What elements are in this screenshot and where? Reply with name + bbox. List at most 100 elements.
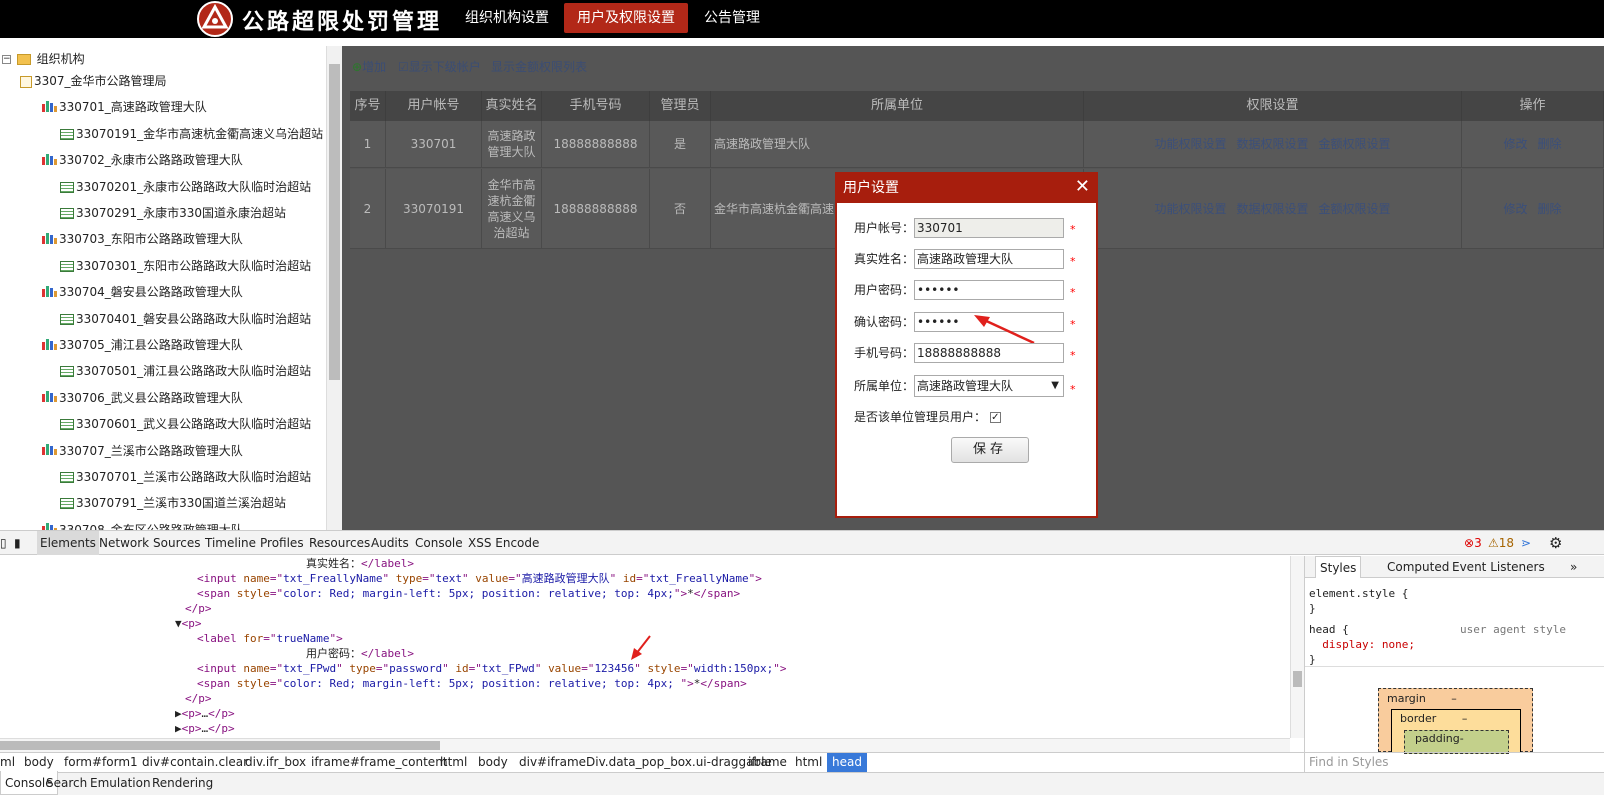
tree-item[interactable]: 330703_东阳市公路路政管理大队 — [42, 227, 243, 251]
save-button[interactable]: 保存 — [951, 437, 1029, 463]
data-perm-link[interactable]: 数据权限设置 — [1236, 136, 1308, 152]
style-rule[interactable]: element.style { — [1309, 586, 1408, 601]
add-button[interactable]: ⊕增加 — [352, 58, 386, 75]
error-count[interactable]: ⊗3 — [1464, 531, 1482, 555]
code-vertical-scrollbar[interactable] — [1290, 556, 1304, 738]
crumb[interactable]: body — [24, 753, 54, 772]
password-input[interactable]: •••••• — [914, 280, 1064, 300]
data-perm-link[interactable]: 数据权限设置 — [1236, 201, 1308, 217]
tab-elements[interactable]: Elements — [37, 531, 99, 555]
tab-network[interactable]: Network — [99, 531, 149, 555]
box-model-padding[interactable]: padding- — [1404, 730, 1509, 754]
crumb[interactable]: body — [478, 753, 508, 772]
style-declaration[interactable]: display: none; — [1309, 637, 1415, 652]
tree-scrollbar[interactable] — [326, 46, 342, 530]
tree-item[interactable]: 33070201_永康市公路路政大队临时治超站 — [60, 175, 311, 199]
crumb[interactable]: div.ifr_box — [245, 753, 306, 772]
dialog-title[interactable]: 用户设置 — [837, 174, 1096, 203]
tree-item[interactable]: 33070191_金华市高速杭金衢高速义乌治超站 — [60, 122, 323, 146]
tree-item[interactable]: 3307_金华市公路管理局 — [20, 69, 167, 93]
delete-link[interactable]: 删除 — [1538, 136, 1562, 152]
tree-item[interactable]: 33070401_磐安县公路路政大队临时治超站 — [60, 307, 311, 331]
nav-org-settings[interactable]: 组织机构设置 — [452, 3, 562, 33]
tab-resources[interactable]: Resources — [309, 531, 370, 555]
edit-link[interactable]: 修改 — [1503, 136, 1527, 152]
account-input[interactable]: 330701 — [914, 218, 1064, 238]
name-input[interactable]: 高速路政管理大队 — [914, 249, 1064, 269]
tree-item[interactable]: 330705_浦江县公路路政管理大队 — [42, 333, 243, 357]
tree-item[interactable]: 33070301_东阳市公路路政大队临时治超站 — [60, 254, 311, 278]
show-amount-link[interactable]: 显示金额权限列表 — [491, 58, 587, 75]
tab-console[interactable]: Console — [415, 531, 463, 555]
code-line[interactable]: <span style="color: Red; margin-left: 5p… — [197, 586, 740, 601]
warning-count[interactable]: ⚠18 — [1488, 531, 1514, 555]
drawer-tab-emulation[interactable]: Emulation — [90, 771, 151, 795]
find-in-styles-input[interactable]: Find in Styles — [1304, 752, 1604, 772]
drawer-toggle-icon[interactable]: ⋗ — [1521, 531, 1531, 555]
nav-user-permissions[interactable]: 用户及权限设置 — [564, 3, 688, 33]
func-perm-link[interactable]: 功能权限设置 — [1154, 201, 1226, 217]
tree-root[interactable]: − 组织机构 — [2, 47, 85, 71]
code-line[interactable]: 用户密码：</label> — [306, 646, 414, 661]
drawer-tab-search[interactable]: Search — [46, 771, 87, 795]
amount-perm-link[interactable]: 金额权限设置 — [1319, 201, 1391, 217]
code-hscroll-thumb[interactable] — [0, 741, 440, 750]
crumb[interactable]: iframe#frame_content — [311, 753, 448, 772]
code-horizontal-scrollbar[interactable] — [0, 738, 1290, 752]
crumb[interactable]: form#form1 — [64, 753, 138, 772]
tree-item[interactable]: 330707_兰溪市公路路政管理大队 — [42, 439, 243, 463]
tab-xss-encode[interactable]: XSS Encode — [468, 531, 539, 555]
show-sub-checkbox[interactable]: ☑显示下级帐户 — [398, 58, 481, 75]
code-line[interactable]: <input name="txt_FPwd" type="password" i… — [197, 661, 787, 676]
crumb[interactable]: ml — [0, 753, 15, 772]
dock-icon[interactable]: ▯ — [0, 531, 7, 555]
tree-item[interactable]: 33070501_浦江县公路路政大队临时治超站 — [60, 359, 311, 383]
code-line[interactable]: ▼<p> — [175, 616, 202, 631]
tab-sources[interactable]: Sources — [153, 531, 200, 555]
crumb[interactable]: html — [440, 753, 467, 772]
code-line[interactable]: </p> — [185, 601, 212, 616]
tree-item[interactable]: 330708_金东区公路路政管理大队 — [42, 518, 243, 530]
nav-announcements[interactable]: 公告管理 — [691, 3, 773, 33]
device-icon[interactable]: ▮ — [14, 531, 21, 555]
crumb[interactable]: iframe — [748, 753, 787, 772]
edit-link[interactable]: 修改 — [1503, 201, 1527, 217]
box-model-border[interactable]: border – padding- — [1391, 709, 1521, 754]
settings-gear-icon[interactable]: ⚙ — [1549, 531, 1562, 555]
tab-timeline[interactable]: Timeline — [205, 531, 256, 555]
code-line[interactable]: <label for="trueName"> — [197, 631, 343, 646]
code-line[interactable]: <span style="color: Red; margin-left: 5p… — [197, 676, 747, 691]
tab-audits[interactable]: Audits — [371, 531, 409, 555]
tab-event-listeners[interactable]: Event Listeners — [1452, 556, 1545, 578]
tab-styles[interactable]: Styles — [1315, 556, 1362, 578]
close-icon[interactable]: ✕ — [1075, 175, 1090, 199]
crumb[interactable]: div#contain.clear — [142, 753, 248, 772]
unit-select[interactable]: 高速路政管理大队 ▼ — [914, 375, 1064, 397]
tab-profiles[interactable]: Profiles — [260, 531, 304, 555]
tree-item[interactable]: 33070291_永康市330国道永康治超站 — [60, 201, 286, 225]
admin-checkbox[interactable]: ✓ — [989, 412, 1001, 423]
drawer-tab-rendering[interactable]: Rendering — [152, 771, 213, 795]
tree-item[interactable]: 33070701_兰溪市公路路政大队临时治超站 — [60, 465, 311, 489]
code-line[interactable]: ▶<p>…</p> — [175, 706, 235, 721]
box-model-margin[interactable]: margin – border – padding- — [1378, 688, 1533, 754]
tree-item[interactable]: 330706_武义县公路路政管理大队 — [42, 386, 243, 410]
tree-item[interactable]: 330704_磐安县公路路政管理大队 — [42, 280, 243, 304]
code-line[interactable]: </p> — [185, 691, 212, 706]
phone-input[interactable]: 18888888888 — [914, 343, 1064, 363]
tree-item[interactable]: 33070601_武义县公路路政大队临时治超站 — [60, 412, 311, 436]
amount-perm-link[interactable]: 金额权限设置 — [1319, 136, 1391, 152]
style-rule[interactable]: head { — [1309, 622, 1349, 637]
tree-item[interactable]: 330701_高速路政管理大队 — [42, 95, 207, 119]
crumb[interactable]: div#iframeDiv.data_pop_box.ui-draggable — [519, 753, 772, 772]
tree-scroll-thumb[interactable] — [329, 64, 340, 380]
delete-link[interactable]: 删除 — [1538, 201, 1562, 217]
code-scroll-thumb[interactable] — [1293, 671, 1302, 687]
more-tabs-icon[interactable]: » — [1570, 556, 1577, 578]
crumb[interactable]: html — [795, 753, 822, 772]
code-line[interactable]: 真实姓名：</label> — [306, 556, 414, 571]
code-line[interactable]: ▶<p>…</p> — [175, 721, 235, 736]
tree-item[interactable]: 33070791_兰溪市330国道兰溪治超站 — [60, 491, 286, 515]
collapse-icon[interactable]: − — [2, 55, 11, 64]
tab-computed[interactable]: Computed — [1387, 556, 1449, 578]
